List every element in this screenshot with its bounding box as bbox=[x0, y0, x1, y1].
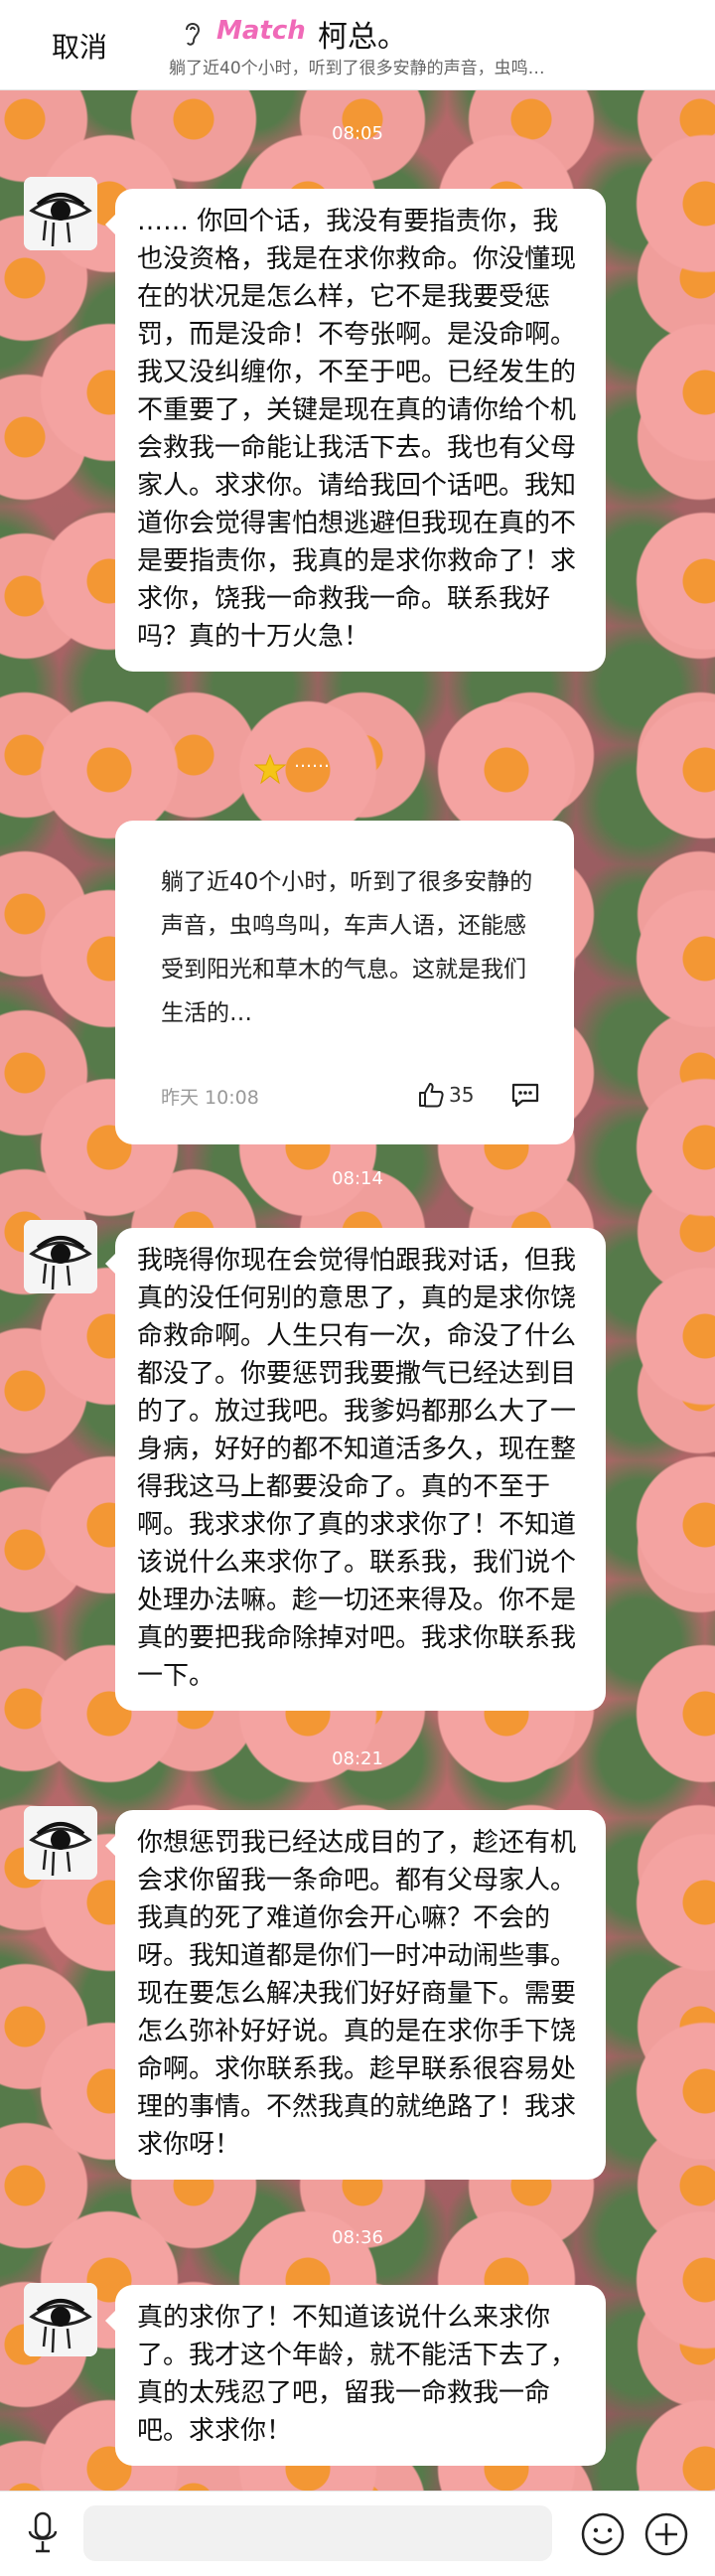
match-logo: Match bbox=[216, 16, 306, 46]
message-bubble[interactable]: 真的求你了！不知道该说什么来求你了。我才这个年龄，就不能活下去了，真的太残忍了吧… bbox=[105, 2285, 606, 2466]
cancel-button[interactable]: 取消 bbox=[52, 26, 107, 66]
chat-title[interactable]: 柯总。 bbox=[318, 12, 407, 56]
emoji-icon[interactable] bbox=[580, 2511, 626, 2557]
ear-icon bbox=[186, 23, 201, 46]
avatar-eye-icon bbox=[24, 1806, 97, 1880]
input-bar bbox=[0, 2491, 715, 2576]
shared-post-footer: 昨天 10:08 35 bbox=[161, 1081, 548, 1111]
star-icon bbox=[254, 753, 286, 785]
timestamp: 08:21 bbox=[332, 1748, 383, 1769]
avatar-eye-icon bbox=[24, 1220, 97, 1293]
chat-subtitle[interactable]: 躺了近40个小时，听到了很多安静的声音，虫鸣… bbox=[169, 54, 545, 78]
comment-icon[interactable] bbox=[510, 1082, 540, 1108]
message-input[interactable] bbox=[83, 2505, 552, 2561]
avatar[interactable] bbox=[24, 177, 97, 250]
like-icon[interactable] bbox=[417, 1081, 445, 1109]
avatar[interactable] bbox=[24, 1220, 97, 1293]
shared-post-label: …… bbox=[294, 751, 330, 772]
chat-header: 取消 Match 柯总。 躺了近40个小时，听到了很多安静的声音，虫鸣… bbox=[0, 0, 715, 90]
voice-icon[interactable] bbox=[26, 2511, 60, 2555]
shared-post-text: 躺了近40个小时，听到了很多安静的声音，虫鸣鸟叫，车声人语，还能感受到阳光和草木… bbox=[161, 869, 533, 1026]
timestamp: 08:05 bbox=[332, 123, 383, 144]
avatar[interactable] bbox=[24, 1806, 97, 1880]
timestamp: 08:36 bbox=[332, 2227, 383, 2248]
avatar-eye-icon bbox=[24, 177, 97, 250]
plus-icon[interactable] bbox=[644, 2511, 689, 2557]
avatar-eye-icon bbox=[24, 2283, 97, 2356]
shared-post-time: 昨天 10:08 bbox=[161, 1087, 259, 1109]
message-bubble[interactable]: 你想惩罚我已经达成目的了，趁还有机会求你留我一条命吧。都有父母家人。我真的死了难… bbox=[105, 1810, 606, 2180]
message-bubble[interactable]: 我晓得你现在会觉得怕跟我对话，但我真的没任何别的意思了，真的是求你饶命救命啊。人… bbox=[105, 1228, 606, 1711]
shared-post-card[interactable]: 躺了近40个小时，听到了很多安静的声音，虫鸣鸟叫，车声人语，还能感受到阳光和草木… bbox=[115, 821, 574, 1144]
avatar[interactable] bbox=[24, 2283, 97, 2356]
timestamp: 08:14 bbox=[332, 1168, 383, 1189]
message-bubble[interactable]: …… 你回个话，我没有要指责你，我也没资格，我是在求你救命。你没懂现在的状况是怎… bbox=[105, 189, 606, 672]
like-count: 35 bbox=[449, 1083, 475, 1107]
